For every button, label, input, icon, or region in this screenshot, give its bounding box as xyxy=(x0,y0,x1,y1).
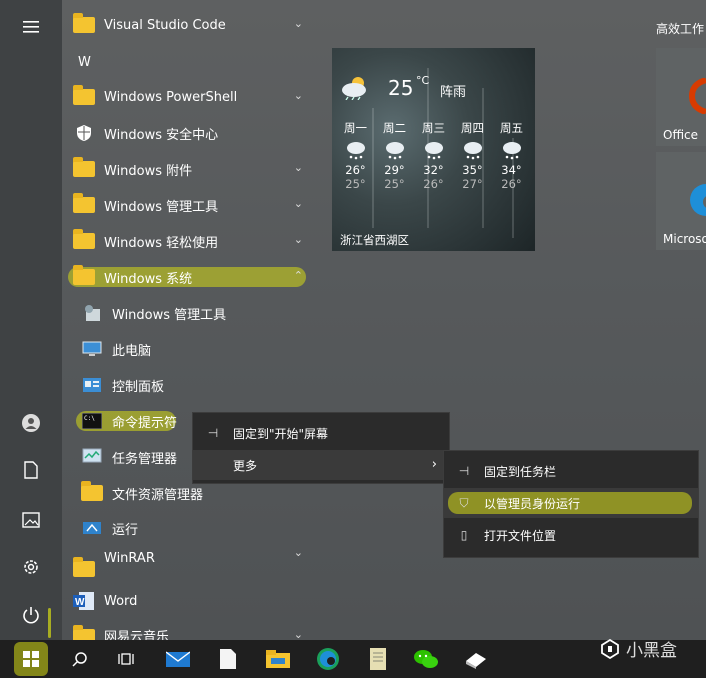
app-run[interactable]: 运行 xyxy=(62,510,317,546)
app-this-pc[interactable]: 此电脑 xyxy=(62,331,317,367)
folder-icon xyxy=(73,157,95,177)
menu-item-run-as-admin[interactable]: ⛉ 以管理员身份运行 xyxy=(444,488,698,518)
menu-item-pin-to-taskbar[interactable]: ⊣ 固定到任务栏 xyxy=(444,456,698,486)
task-manager-icon xyxy=(80,447,104,467)
xiaoheihe-logo-icon xyxy=(601,638,619,659)
chevron-down-icon: ⌄ xyxy=(293,546,303,559)
word-icon: W xyxy=(72,591,96,611)
snow-cloud-icon xyxy=(502,142,521,160)
app-windows-admin-tools[interactable]: Windows 管理工具 ⌄ xyxy=(62,187,317,223)
app-winrar[interactable]: WinRAR ⌄ xyxy=(62,544,317,580)
cloud-sun-icon xyxy=(340,74,370,104)
menu-item-pin-to-start[interactable]: ⊣ 固定到"开始"屏幕 xyxy=(193,418,449,448)
pin-icon: ⊣ xyxy=(458,464,470,478)
chevron-up-icon: ⌃ xyxy=(293,269,303,282)
folder-open-icon: ▯ xyxy=(460,528,468,542)
chevron-down-icon: ⌄ xyxy=(293,89,303,102)
svg-text:W: W xyxy=(75,597,85,608)
file-explorer-icon[interactable] xyxy=(264,645,292,673)
current-temp: 25 xyxy=(388,76,414,100)
hamburger-icon[interactable] xyxy=(14,10,48,44)
folder-icon xyxy=(73,229,95,249)
app-list: Visual Studio Code ⌄ W Windows PowerShel… xyxy=(62,0,322,640)
letter-header-w[interactable]: W xyxy=(78,55,91,70)
edge-icon xyxy=(690,184,706,216)
document-icon[interactable] xyxy=(14,453,48,487)
menu-item-open-file-location[interactable]: ▯ 打开文件位置 xyxy=(444,520,698,550)
computer-icon xyxy=(80,339,104,359)
context-menu: ⊣ 固定到"开始"屏幕 更多 › xyxy=(192,412,450,484)
cmd-icon: C:\ xyxy=(80,411,104,431)
chevron-down-icon: ⌄ xyxy=(293,17,303,30)
forecast-day: 周三 32° 26° xyxy=(422,121,445,191)
start-left-rail xyxy=(0,0,62,640)
snow-cloud-icon xyxy=(385,142,404,160)
edge-browser-icon[interactable] xyxy=(314,645,342,673)
app-sub-admin-tools[interactable]: Windows 管理工具 xyxy=(62,295,317,331)
app-windows-system[interactable]: Windows 系统 ⌃ xyxy=(62,259,317,295)
folder-icon xyxy=(73,85,95,105)
weather-tile[interactable]: 25 °C 阵雨 周一 26° 25° 周二 29° 25° 周三 32° 26… xyxy=(332,48,535,251)
windows-logo-icon xyxy=(23,651,39,667)
forecast-day: 周一 26° 25° xyxy=(344,121,367,191)
app-windows-accessories[interactable]: Windows 附件 ⌄ xyxy=(62,151,317,187)
chevron-down-icon: ⌄ xyxy=(293,161,303,174)
power-icon[interactable] xyxy=(14,598,48,632)
chevron-down-icon: ⌄ xyxy=(293,628,303,640)
scroll-app-icon[interactable] xyxy=(364,645,392,673)
folder-icon xyxy=(73,193,95,213)
submenu: ⊣ 固定到任务栏 ⛉ 以管理员身份运行 ▯ 打开文件位置 xyxy=(443,450,699,558)
eraser-app-icon[interactable] xyxy=(462,645,490,673)
notepad-icon[interactable] xyxy=(214,645,242,673)
folder-icon xyxy=(73,265,95,285)
folder-icon xyxy=(73,13,95,33)
snow-cloud-icon xyxy=(346,142,365,160)
snow-cloud-icon xyxy=(424,142,443,160)
app-windows-security[interactable]: Windows 安全中心 xyxy=(62,115,317,151)
office-icon xyxy=(688,78,706,114)
chevron-right-icon: › xyxy=(431,457,437,472)
office-tile[interactable]: Office xyxy=(656,48,706,146)
svg-text:C:\: C:\ xyxy=(84,415,95,422)
run-icon xyxy=(80,518,104,538)
user-icon[interactable] xyxy=(14,406,48,440)
highlight-stroke xyxy=(48,608,51,638)
forecast-day: 周二 29° 25° xyxy=(383,121,406,191)
forecast-day: 周四 35° 27° xyxy=(461,121,484,191)
search-icon[interactable] xyxy=(66,645,94,673)
app-powershell[interactable]: Windows PowerShell ⌄ xyxy=(62,79,317,115)
app-word[interactable]: W Word xyxy=(62,583,317,619)
menu-item-more[interactable]: 更多 › xyxy=(193,450,449,480)
task-view-icon[interactable] xyxy=(112,645,140,673)
forecast-row: 周一 26° 25° 周二 29° 25° 周三 32° 26° 周四 35° … xyxy=(332,120,535,191)
app-netease-music[interactable]: 网易云音乐 ⌄ xyxy=(62,620,317,640)
folder-icon xyxy=(81,481,103,501)
chevron-down-icon: ⌄ xyxy=(293,197,303,210)
snow-cloud-icon xyxy=(463,142,482,160)
pin-icon: ⊣ xyxy=(207,426,219,440)
mail-icon[interactable] xyxy=(164,645,192,673)
app-windows-ease-of-access[interactable]: Windows 轻松使用 ⌄ xyxy=(62,223,317,259)
folder-icon xyxy=(73,557,95,577)
shield-icon xyxy=(72,123,96,143)
weather-location: 浙江省西湖区 xyxy=(340,233,409,247)
app-control-panel[interactable]: 控制面板 xyxy=(62,367,317,403)
forecast-day: 周五 34° 26° xyxy=(500,121,523,191)
app-vscode[interactable]: Visual Studio Code ⌄ xyxy=(62,7,317,43)
start-button[interactable] xyxy=(14,642,48,676)
wechat-icon[interactable] xyxy=(412,645,440,673)
temp-unit: °C xyxy=(416,74,430,87)
control-panel-icon xyxy=(80,375,104,395)
microsoft-edge-tile[interactable]: Microso xyxy=(656,152,706,250)
weather-condition: 阵雨 xyxy=(440,85,467,100)
chevron-down-icon: ⌄ xyxy=(293,233,303,246)
group-header[interactable]: 高效工作 xyxy=(656,20,704,37)
admin-shield-icon: ⛉ xyxy=(459,495,469,510)
admin-tools-icon xyxy=(80,303,104,323)
watermark: 小黑盒 xyxy=(600,636,677,661)
gear-icon[interactable] xyxy=(14,550,48,584)
folder-icon xyxy=(73,625,95,640)
pictures-icon[interactable] xyxy=(14,503,48,537)
